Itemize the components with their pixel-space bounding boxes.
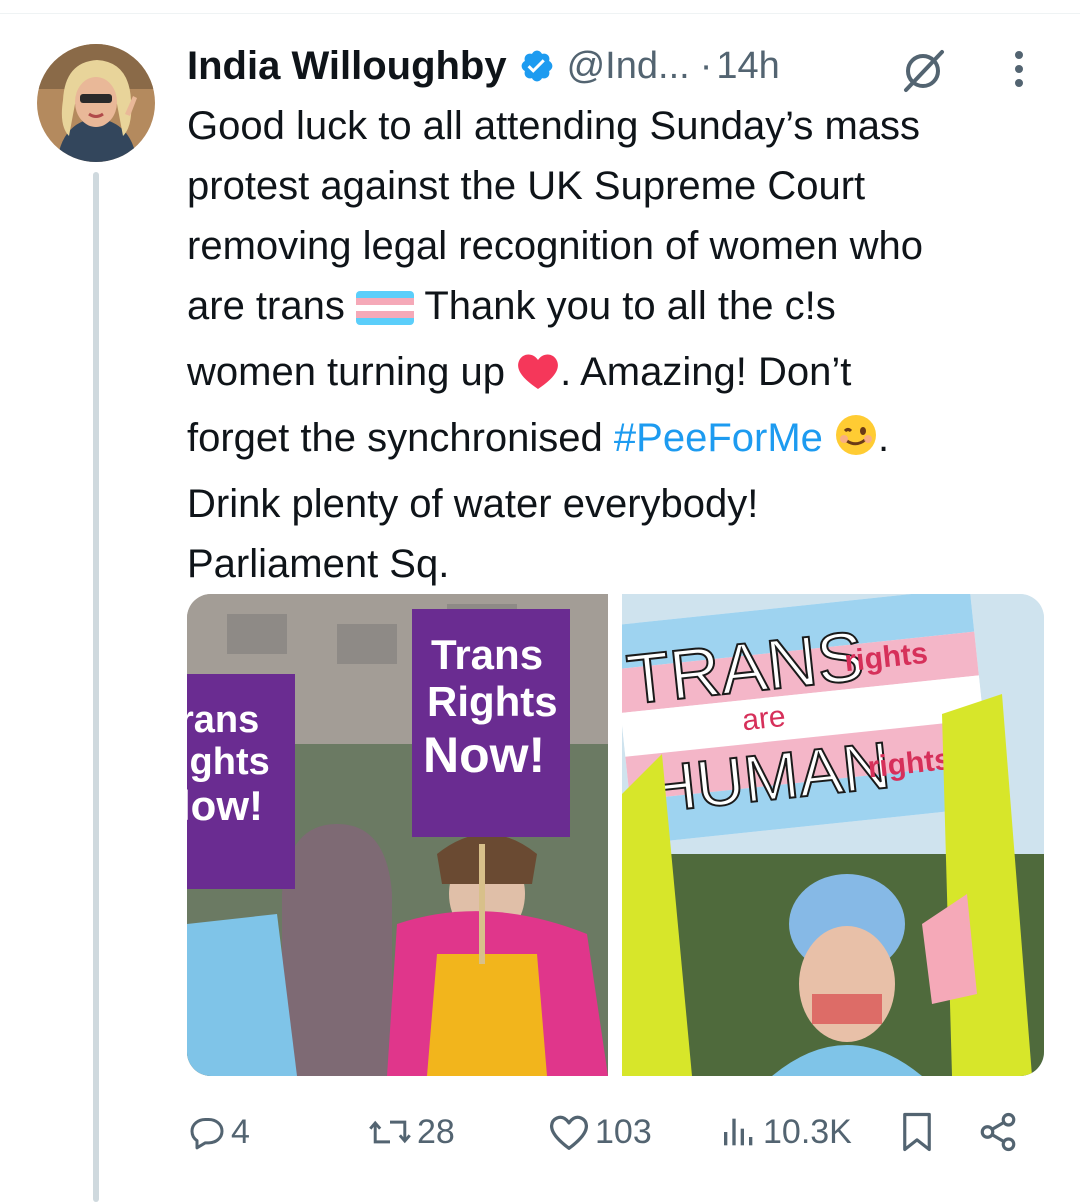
more-icon[interactable] [1004,48,1034,90]
tweet-text-segment: Drink plenty of water everybody! [187,482,759,526]
tweet-text-segment: . Amazing! Don’t [560,350,852,394]
tweet-line: removing legal recognition of women who [187,216,1057,276]
media-gap [608,594,622,1076]
grok-icon[interactable] [900,48,946,94]
left-sign-main-line: Now! [423,727,545,783]
repost-icon [367,1112,413,1152]
right-sign-line: are [741,700,788,737]
tweet-line: Parliament Sq. [187,534,1057,594]
tweet-text-segment: Good luck to all attending Sunday’s mass [187,104,921,148]
top-divider [0,13,1080,14]
timestamp[interactable]: 14h [716,45,779,88]
left-sign-main-line: Trans [431,631,543,678]
tweet-actions: 4 28 103 10.3K [187,1104,1037,1160]
avatar[interactable] [37,44,155,162]
left-sign-main-line: Rights [427,678,558,725]
tweet-media: rans ights low! Trans Rights Now! TRANS … [187,594,1044,1076]
tweet-text-segment: women turning up [187,350,517,394]
tweet-text-segment: forget the synchronised [187,416,614,460]
thread-line [93,172,99,1202]
header-separator: · [699,44,713,87]
tweet-line: are trans Thank you to all the c!s [187,276,1057,342]
tweet-line: forget the synchronised #PeeForMe . [187,408,1057,474]
like-button[interactable]: 103 [547,1104,652,1160]
left-sign-partial-line: rans [187,699,259,741]
reply-icon [187,1112,227,1152]
hashtag-link[interactable]: #PeeForMe [614,416,823,460]
tweet-header: India Willoughby @Ind... · 14h [187,38,780,94]
reply-count: 4 [231,1112,250,1151]
red-heart-emoji-icon [516,348,560,408]
share-button[interactable] [977,1104,1019,1160]
tweet-text: Good luck to all attending Sunday’s mass… [187,96,1057,594]
tweet-line: protest against the UK Supreme Court [187,156,1057,216]
tweet-line: Good luck to all attending Sunday’s mass [187,96,1057,156]
left-sign-partial-line: ights [187,741,270,783]
bookmark-icon [899,1111,935,1153]
tweet-text-segment: Parliament Sq. [187,542,450,586]
transgender-flag-emoji-icon [355,282,414,342]
views-button[interactable]: 10.3K [719,1104,852,1160]
like-icon [547,1112,591,1152]
like-count: 103 [595,1112,652,1151]
reply-button[interactable]: 4 [187,1104,250,1160]
repost-button[interactable]: 28 [367,1104,455,1160]
views-count: 10.3K [763,1112,852,1151]
winking-face-emoji-icon [834,413,878,474]
tweet-text-segment: removing legal recognition of women who [187,224,923,268]
author-handle[interactable]: @Ind... [567,45,690,88]
photo-protest-right[interactable]: TRANS rights are HUMAN rights [611,594,1044,1076]
tweet-text-segment: protest against the UK Supreme Court [187,164,866,208]
verified-badge-icon [519,48,555,84]
tweet-line: women turning up . Amazing! Don’t [187,342,1057,408]
views-icon [719,1112,759,1152]
left-sign-partial-line: low! [187,782,263,829]
tweet-line: Drink plenty of water everybody! [187,474,1057,534]
bookmark-button[interactable] [899,1104,935,1160]
photo-protest-left[interactable]: rans ights low! Trans Rights Now! [187,594,608,1076]
repost-count: 28 [417,1112,455,1151]
author-name[interactable]: India Willoughby [187,44,507,89]
share-icon [977,1111,1019,1153]
tweet-text-segment: Thank you to all the c!s [413,284,836,328]
tweet-text-segment: are trans [187,284,356,328]
